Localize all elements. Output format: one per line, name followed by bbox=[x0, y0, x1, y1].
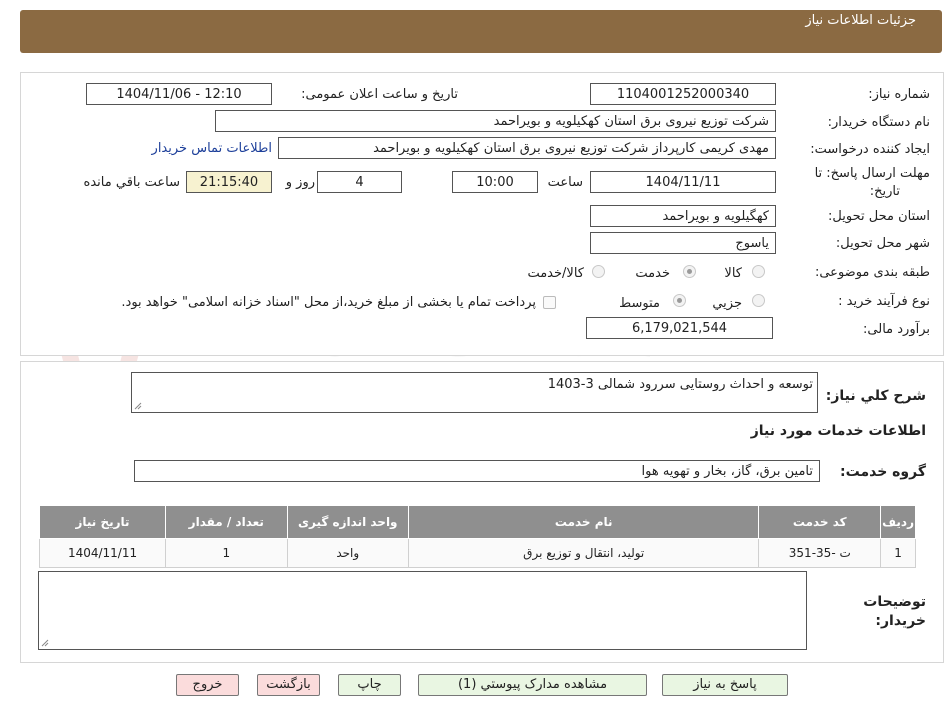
page-title: جزئیات اطلاعات نیاز bbox=[805, 13, 916, 28]
description-textarea[interactable]: توسعه و احداث روستایی سررود شمالی 3-1403 bbox=[131, 372, 818, 413]
days-label: روز و bbox=[285, 175, 315, 190]
cell-row-num: 1 bbox=[880, 538, 916, 568]
category-label: طبقه بندی موضوعی: bbox=[814, 265, 930, 280]
category-option-goods-service: کالا/خدمت bbox=[527, 266, 584, 281]
need-number-label: شماره نیاز: bbox=[868, 87, 930, 102]
city-label: شهر محل تحویل: bbox=[835, 236, 930, 251]
requester-label: ایجاد کننده درخواست: bbox=[810, 142, 930, 157]
view-attachments-button[interactable]: مشاهده مدارک پیوستي (1) bbox=[418, 674, 647, 696]
col-header-service-code: کد خدمت bbox=[758, 505, 882, 539]
buyer-notes-textarea[interactable] bbox=[38, 571, 807, 650]
need-number-field: 1104001252000340 bbox=[590, 83, 776, 105]
category-option-goods: کالا bbox=[724, 266, 742, 281]
category-option-service: خدمت bbox=[635, 266, 670, 281]
cell-quantity: 1 bbox=[165, 538, 288, 568]
province-label: استان محل تحویل: bbox=[828, 209, 930, 224]
buyer-notes-label-line1: توضیحات bbox=[863, 594, 926, 610]
col-header-row-num: ردیف bbox=[880, 505, 916, 539]
category-radio-goods-service[interactable] bbox=[592, 265, 605, 278]
table-row: 1 ت -35-351 تولید، انتقال و توزیع برق وا… bbox=[38, 538, 916, 568]
process-radio-minor[interactable] bbox=[752, 294, 765, 307]
announce-datetime-field: 1404/11/06 - 12:10 bbox=[86, 83, 272, 105]
announce-datetime-label: تاریخ و ساعت اعلان عمومی: bbox=[301, 87, 458, 102]
back-button[interactable]: بازگشت bbox=[257, 674, 320, 696]
services-table-wrap: ردیف کد خدمت نام خدمت واحد اندازه گیری ت… bbox=[38, 505, 916, 568]
deadline-time-field: 10:00 bbox=[452, 171, 538, 193]
province-field: کهگیلویه و بویراحمد bbox=[590, 205, 776, 227]
requester-field: مهدی کریمی کارپرداز شرکت توزیع نیروی برق… bbox=[278, 137, 776, 159]
treasury-checkbox[interactable] bbox=[543, 296, 556, 309]
services-table: ردیف کد خدمت نام خدمت واحد اندازه گیری ت… bbox=[38, 505, 916, 568]
service-group-field: تامین برق، گاز، بخار و تهویه هوا bbox=[134, 460, 820, 482]
col-header-service-name: نام خدمت bbox=[408, 505, 760, 539]
buyer-org-field: شرکت توزیع نیروی برق استان کهکیلویه و بو… bbox=[215, 110, 776, 132]
process-option-medium: متوسط bbox=[619, 296, 660, 311]
deadline-date-field: 1404/11/11 bbox=[590, 171, 776, 193]
remaining-time-label: ساعت باقي مانده bbox=[83, 175, 180, 190]
col-header-unit: واحد اندازه گیری bbox=[286, 505, 410, 539]
reply-button[interactable]: پاسخ به نیاز bbox=[662, 674, 788, 696]
buyer-notes-label-line2: خریدار: bbox=[875, 613, 926, 629]
deadline-label-line1: مهلت ارسال پاسخ: تا bbox=[814, 166, 930, 181]
deadline-time-label: ساعت bbox=[547, 175, 583, 190]
page-header bbox=[20, 10, 942, 53]
category-radio-service[interactable] bbox=[683, 265, 696, 278]
process-radio-medium[interactable] bbox=[673, 294, 686, 307]
cell-service-name: تولید، انتقال و توزیع برق bbox=[408, 538, 760, 568]
service-group-label: گروه خدمت: bbox=[840, 464, 926, 480]
city-field: یاسوج bbox=[590, 232, 776, 254]
process-label: نوع فرآیند خرید : bbox=[838, 294, 930, 309]
days-field: 4 bbox=[317, 171, 402, 193]
buyer-org-label: نام دستگاه خریدار: bbox=[827, 115, 930, 130]
resize-grip-icon[interactable] bbox=[41, 639, 49, 647]
col-header-quantity: تعداد / مقدار bbox=[165, 505, 288, 539]
exit-button[interactable]: خروج bbox=[176, 674, 239, 696]
col-header-need-date: تاریخ نیاز bbox=[38, 505, 167, 539]
description-text: توسعه و احداث روستایی سررود شمالی 3-1403 bbox=[547, 377, 813, 392]
process-option-minor: جزیي bbox=[712, 296, 742, 311]
category-radio-goods[interactable] bbox=[752, 265, 765, 278]
buyer-contact-link[interactable]: اطلاعات تماس خریدار bbox=[152, 141, 272, 156]
table-header-row: ردیف کد خدمت نام خدمت واحد اندازه گیری ت… bbox=[38, 505, 916, 539]
remaining-time-field: 21:15:40 bbox=[186, 171, 272, 193]
print-button[interactable]: چاپ bbox=[338, 674, 401, 696]
deadline-label-line2: تاریخ: bbox=[869, 184, 900, 199]
description-label: شرح کلي نیاز: bbox=[825, 388, 926, 404]
cell-need-date: 1404/11/11 bbox=[38, 538, 167, 568]
treasury-note: پرداخت تمام یا بخشی از مبلغ خرید،از محل … bbox=[121, 295, 536, 310]
estimate-label: برآورد مالی: bbox=[863, 322, 930, 337]
cell-unit: واحد bbox=[286, 538, 410, 568]
cell-service-code: ت -35-351 bbox=[758, 538, 882, 568]
estimate-field: 6,179,021,544 bbox=[586, 317, 773, 339]
resize-grip-icon[interactable] bbox=[134, 402, 142, 410]
services-section-title: اطلاعات خدمات مورد نیاز bbox=[750, 423, 926, 439]
